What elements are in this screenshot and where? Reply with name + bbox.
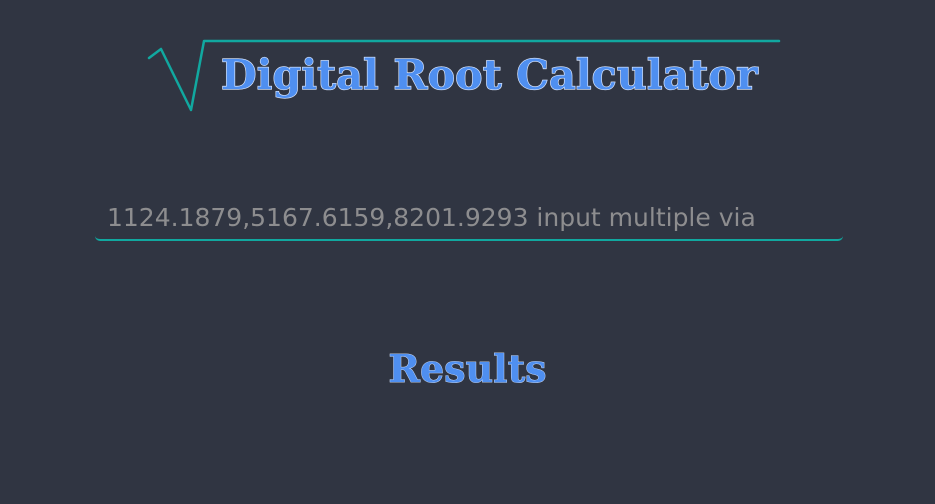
results-heading: Results — [388, 346, 547, 391]
number-input-group — [95, 191, 843, 241]
numbers-input[interactable] — [95, 191, 843, 241]
page-header: Digital Root Calculator — [0, 0, 935, 130]
page-title: Digital Root Calculator — [220, 51, 758, 99]
